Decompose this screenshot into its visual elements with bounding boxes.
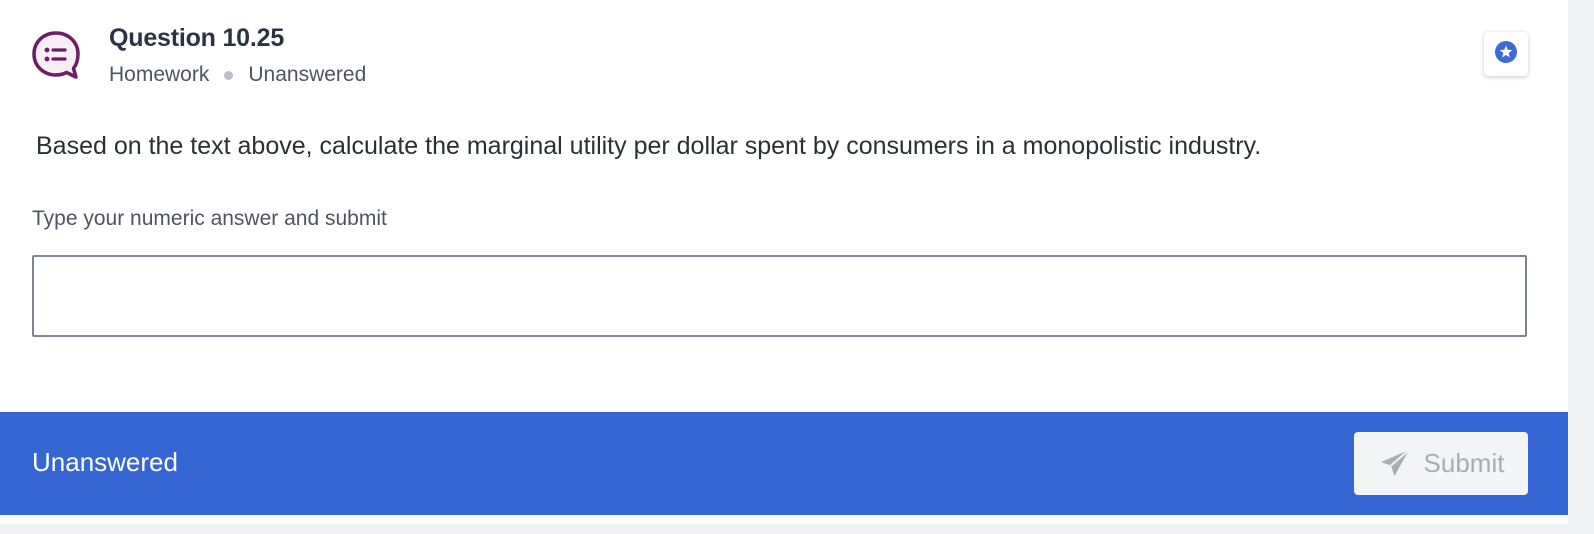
page-background-bottom [0, 524, 1594, 534]
submit-label: Submit [1423, 448, 1505, 478]
question-meta: Homework Unanswered [109, 63, 366, 87]
question-title: Question 10.25 [109, 24, 285, 52]
question-card: Question 10.25 Homework Unanswered Based… [0, 0, 1568, 524]
answer-instructions: Type your numeric answer and submit [32, 207, 387, 230]
answer-footer-bar: Unanswered Submit [0, 412, 1568, 515]
question-status: Unanswered [248, 63, 367, 86]
bookmark-button[interactable] [1484, 32, 1528, 76]
footer-status: Unanswered [32, 447, 178, 477]
separator-dot [224, 70, 234, 80]
submit-button[interactable]: Submit [1354, 432, 1528, 495]
question-category: Homework [109, 63, 210, 86]
numeric-answer-input[interactable] [32, 255, 1527, 337]
page-background-edge [1568, 0, 1594, 534]
star-icon [1494, 40, 1518, 69]
send-icon [1378, 447, 1412, 481]
question-prompt: Based on the text above, calculate the m… [36, 132, 1262, 160]
question-bubble-icon [30, 29, 82, 81]
